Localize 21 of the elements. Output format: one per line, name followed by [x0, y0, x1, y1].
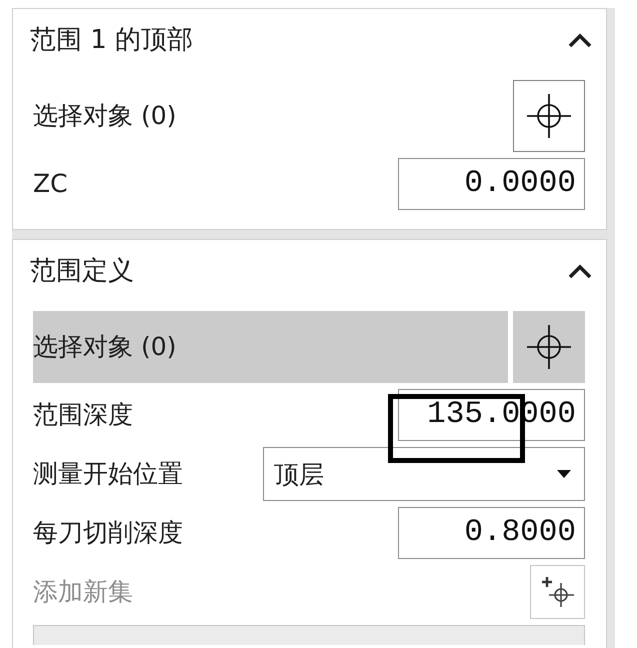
crosshair-icon [527, 94, 571, 138]
plus-crosshair-icon [540, 576, 574, 608]
select-object-item[interactable]: 选择对象 (0) [33, 101, 176, 131]
field-label: 范围深度 [33, 400, 133, 430]
number-field[interactable]: 0.8000 [398, 507, 585, 559]
field-label: 测量开始位置 [33, 459, 183, 489]
select-object-button[interactable] [513, 80, 585, 152]
chevron-up-icon[interactable] [568, 264, 592, 279]
chevron-up-icon[interactable] [568, 33, 592, 48]
add-set-button[interactable] [530, 565, 585, 619]
crosshair-icon [527, 325, 571, 369]
select-object-button[interactable] [513, 311, 585, 383]
field-label: ZC [33, 169, 68, 199]
dropdown[interactable]: 顶层 [263, 447, 585, 501]
select-object-item[interactable]: 选择对象 (0) [33, 311, 508, 383]
add-set-label: 添加新集 [33, 577, 133, 607]
field-label: 每刀切削深度 [33, 518, 183, 548]
section-title: 范围定义 [30, 256, 134, 288]
number-field[interactable]: 0.0000 [398, 158, 585, 210]
section-title: 范围 1 的顶部 [30, 24, 194, 56]
caret-down-icon [557, 470, 571, 478]
